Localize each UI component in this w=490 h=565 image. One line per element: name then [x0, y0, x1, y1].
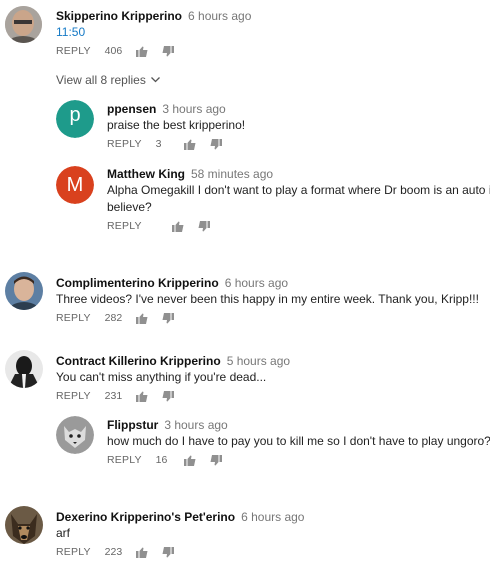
reply-author[interactable]: ppensen 3 hours ago — [107, 102, 226, 116]
avatar-letter: p — [69, 104, 81, 126]
comment-actions: REPLY 282 — [56, 312, 175, 324]
thumbs-up-icon[interactable] — [183, 455, 196, 466]
thumbs-down-icon[interactable] — [198, 220, 210, 232]
thumbs-up-icon[interactable] — [136, 313, 148, 324]
reply-button[interactable]: REPLY — [56, 546, 91, 558]
chevron-down-icon — [150, 77, 160, 83]
comment-text: arf — [56, 526, 71, 540]
like-count: 3 — [155, 138, 162, 150]
comment-text: Three videos? I've never been this happy… — [56, 292, 479, 306]
comment-author[interactable]: Contract Killerino Kripperino 5 hours ago — [56, 354, 290, 368]
reply-text: how much do I have to pay you to kill me… — [107, 434, 490, 448]
avatar[interactable]: M — [56, 166, 94, 204]
thumbs-up-icon[interactable] — [136, 547, 148, 558]
comment-time[interactable]: 6 hours ago — [225, 276, 288, 290]
like-count: 223 — [104, 546, 123, 558]
reply-button[interactable]: REPLY — [107, 138, 142, 150]
comment-actions: REPLY 223 — [56, 546, 175, 558]
avatar-letter: M — [66, 174, 84, 196]
comment-time[interactable]: 6 hours ago — [241, 510, 304, 524]
like-count: 16 — [155, 454, 168, 466]
reply-button[interactable]: REPLY — [56, 312, 91, 324]
thumbs-down-icon[interactable] — [162, 390, 175, 402]
reply-button[interactable]: REPLY — [56, 390, 91, 402]
avatar[interactable]: p — [56, 100, 94, 138]
comment-author[interactable]: Skipperino Kripperino 6 hours ago — [56, 9, 251, 23]
reply-time[interactable]: 58 minutes ago — [191, 167, 273, 181]
reply-text: praise the best kripperino! — [107, 118, 246, 132]
reply-actions: REPLY — [107, 220, 210, 232]
avatar[interactable] — [5, 272, 43, 310]
comment-time[interactable]: 6 hours ago — [188, 9, 251, 23]
thumbs-down-icon[interactable] — [162, 546, 175, 558]
comment-author[interactable]: Dexerino Kripperino's Pet'erino 6 hours a… — [56, 510, 304, 524]
comment-text: You can't miss anything if you're dead..… — [56, 370, 267, 384]
view-all-replies-button[interactable]: View all 8 replies — [56, 73, 160, 87]
reply-button[interactable]: REPLY — [107, 220, 142, 232]
avatar[interactable] — [5, 506, 43, 544]
thumbs-down-icon[interactable] — [210, 138, 222, 150]
thumbs-down-icon[interactable] — [210, 454, 222, 466]
thumbs-down-icon[interactable] — [162, 45, 175, 57]
comment-author[interactable]: Complimenterino Kripperino 6 hours ago — [56, 276, 288, 290]
reply-actions: REPLY 3 — [107, 138, 222, 150]
like-count: 406 — [104, 45, 123, 57]
reply-time[interactable]: 3 hours ago — [164, 418, 227, 432]
thumbs-up-icon[interactable] — [171, 221, 184, 232]
thumbs-down-icon[interactable] — [162, 312, 175, 324]
reply-text-line-1: Alpha Omegakill I don't want to play a f… — [107, 183, 490, 197]
thumbs-up-icon[interactable] — [183, 139, 196, 150]
reply-time[interactable]: 3 hours ago — [162, 102, 225, 116]
comment-actions: REPLY 406 — [56, 45, 175, 57]
comment-actions: REPLY 231 — [56, 390, 175, 402]
thumbs-up-icon[interactable] — [136, 391, 148, 402]
avatar[interactable] — [5, 6, 42, 43]
comment-time[interactable]: 5 hours ago — [227, 354, 290, 368]
reply-button[interactable]: REPLY — [107, 454, 142, 466]
reply-text-line-2: believe? — [107, 200, 152, 214]
like-count: 231 — [104, 390, 123, 402]
reply-button[interactable]: REPLY — [56, 45, 91, 57]
view-all-replies-label: View all 8 replies — [56, 73, 146, 87]
reply-actions: REPLY 16 — [107, 454, 222, 466]
timestamp-link[interactable]: 11:50 — [56, 23, 85, 41]
avatar[interactable] — [5, 350, 43, 388]
reply-author[interactable]: Matthew King 58 minutes ago — [107, 167, 273, 181]
avatar[interactable] — [56, 416, 94, 454]
like-count: 282 — [104, 312, 123, 324]
reply-author[interactable]: Flippstur 3 hours ago — [107, 418, 228, 432]
thumbs-up-icon[interactable] — [136, 46, 148, 57]
